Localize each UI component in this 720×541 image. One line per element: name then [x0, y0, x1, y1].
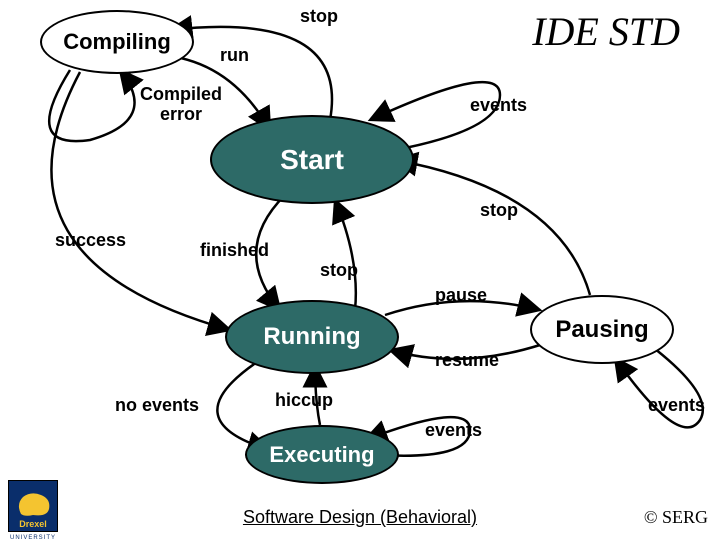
label-events-top: events — [470, 95, 527, 116]
state-compiling: Compiling — [40, 10, 194, 74]
label-run: run — [220, 45, 249, 66]
label-stop-mid: stop — [320, 260, 358, 281]
label-finished: finished — [200, 240, 269, 261]
footer-text: Software Design (Behavioral) — [0, 507, 720, 528]
label-compiled-error: Compiled error — [140, 85, 222, 125]
label-stop-top: stop — [300, 6, 338, 27]
state-pausing: Pausing — [530, 295, 674, 364]
logo-drexel: Drexel UNIVERSITY — [8, 480, 58, 532]
diagram-title: IDE STD — [532, 8, 680, 55]
label-no-events: no events — [115, 395, 199, 416]
state-executing: Executing — [245, 425, 399, 484]
label-success: success — [55, 230, 126, 251]
copyright: © SERG — [644, 507, 708, 528]
label-pause: pause — [435, 285, 487, 306]
state-running: Running — [225, 300, 399, 374]
label-events-right: events — [648, 395, 705, 416]
label-stop-right: stop — [480, 200, 518, 221]
label-resume: resume — [435, 350, 499, 371]
label-hiccup: hiccup — [275, 390, 333, 411]
label-events-bottom: events — [425, 420, 482, 441]
state-start: Start — [210, 115, 414, 204]
